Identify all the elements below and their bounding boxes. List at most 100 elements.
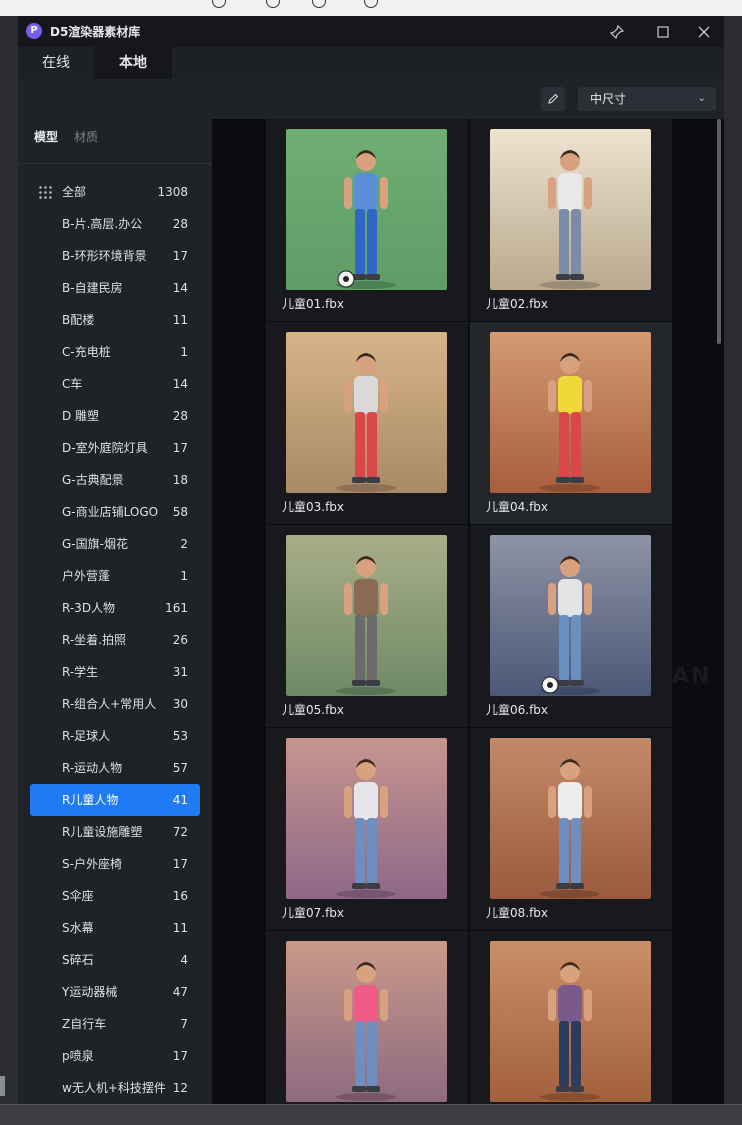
asset-library-window: P D5渲染器素材库 在线 本地 中尺寸 ⌄ 模型 材质 全部 1308 B-片… bbox=[18, 16, 724, 1104]
category-item[interactable]: Y运动器械 47 bbox=[30, 976, 200, 1008]
edit-button[interactable] bbox=[541, 87, 565, 111]
asset-card[interactable]: 儿童01.fbx bbox=[266, 119, 468, 321]
tab-local[interactable]: 本地 bbox=[94, 47, 172, 79]
category-name: S伞座 bbox=[62, 889, 94, 903]
category-sidebar: 模型 材质 全部 1308 B-片.高层.办公 28 B-环形环境背景 17 B-自建民房 1… bbox=[18, 119, 212, 1104]
category-name: S-户外座椅 bbox=[62, 857, 122, 871]
asset-thumbnail bbox=[286, 332, 447, 493]
category-item[interactable]: Z自行车 7 bbox=[30, 1008, 200, 1040]
category-count: 14 bbox=[172, 377, 188, 391]
asset-grid-area: 儿童01.fbx 儿童02.fbx 儿童03.fbx 儿童04.fbx 儿童05… bbox=[212, 119, 724, 1104]
category-name: 户外营蓬 bbox=[62, 569, 111, 583]
category-name: R-坐着.拍照 bbox=[62, 633, 126, 647]
category-item[interactable]: D-室外庭院灯具 17 bbox=[30, 432, 200, 464]
asset-name: 儿童06.fbx bbox=[486, 703, 549, 717]
category-count: 57 bbox=[172, 761, 188, 775]
category-item[interactable]: S碎石 4 bbox=[30, 944, 200, 976]
category-item[interactable]: R儿童人物 41 bbox=[30, 784, 200, 816]
category-item[interactable]: G-国旗-烟花 2 bbox=[30, 528, 200, 560]
category-name: w无人机+科技摆件 bbox=[62, 1081, 166, 1095]
pencil-icon bbox=[548, 93, 559, 104]
category-item[interactable]: B-环形环境背景 17 bbox=[30, 240, 200, 272]
category-item[interactable]: R-足球人 53 bbox=[30, 720, 200, 752]
asset-thumbnail bbox=[490, 332, 651, 493]
asset-card[interactable]: 儿童05.fbx bbox=[266, 525, 468, 727]
category-item[interactable]: B-自建民房 14 bbox=[30, 272, 200, 304]
category-item[interactable]: S伞座 16 bbox=[30, 880, 200, 912]
asset-thumbnail bbox=[490, 129, 651, 290]
category-item[interactable]: B配楼 11 bbox=[30, 304, 200, 336]
category-name: R-组合人+常用人 bbox=[62, 697, 157, 711]
category-name: R儿童人物 bbox=[62, 793, 119, 807]
category-item[interactable]: B-片.高层.办公 28 bbox=[30, 208, 200, 240]
circle-icon bbox=[364, 0, 378, 8]
asset-card[interactable]: 儿童06.fbx bbox=[470, 525, 672, 727]
category-item[interactable]: S水幕 11 bbox=[30, 912, 200, 944]
category-item[interactable]: C车 14 bbox=[30, 368, 200, 400]
model-thumbnail bbox=[490, 941, 651, 1102]
category-name: 全部 bbox=[62, 185, 87, 199]
category-item[interactable]: C-充电桩 1 bbox=[30, 336, 200, 368]
category-count: 17 bbox=[172, 857, 188, 871]
category-item[interactable]: R-坐着.拍照 26 bbox=[30, 624, 200, 656]
title-bar: P D5渲染器素材库 bbox=[18, 16, 724, 47]
size-select[interactable]: 中尺寸 ⌄ bbox=[578, 87, 716, 111]
scrollbar-thumb[interactable] bbox=[717, 119, 721, 344]
category-item[interactable]: R-运动人物 57 bbox=[30, 752, 200, 784]
category-item[interactable]: R-组合人+常用人 30 bbox=[30, 688, 200, 720]
asset-card[interactable]: 儿童10.fbx bbox=[470, 931, 672, 1104]
category-name: R-足球人 bbox=[62, 729, 111, 743]
model-thumbnail bbox=[490, 129, 651, 290]
category-list: 全部 1308 B-片.高层.办公 28 B-环形环境背景 17 B-自建民房 14 B配楼 11… bbox=[30, 176, 200, 1104]
asset-card[interactable]: 儿童02.fbx bbox=[470, 119, 672, 321]
category-item[interactable]: R-学生 31 bbox=[30, 656, 200, 688]
category-item[interactable]: p喷泉 17 bbox=[30, 1040, 200, 1072]
category-name: p喷泉 bbox=[62, 1049, 94, 1063]
category-item[interactable]: R-3D人物 161 bbox=[30, 592, 200, 624]
category-name: R-3D人物 bbox=[62, 601, 116, 615]
category-name: D-室外庭院灯具 bbox=[62, 441, 148, 455]
category-item[interactable]: w无人机+科技摆件 12 bbox=[30, 1072, 200, 1104]
category-count: 4 bbox=[180, 953, 188, 967]
asset-card[interactable]: 儿童09.fbx bbox=[266, 931, 468, 1104]
window-title: D5渲染器素材库 bbox=[50, 25, 141, 39]
lightbulb-icon bbox=[212, 0, 226, 8]
category-item[interactable]: R儿童设施雕塑 72 bbox=[30, 816, 200, 848]
asset-card[interactable]: 儿童03.fbx bbox=[266, 322, 468, 524]
category-item[interactable]: S-户外座椅 17 bbox=[30, 848, 200, 880]
tab-online[interactable]: 在线 bbox=[18, 47, 94, 79]
subtab-models[interactable]: 模型 bbox=[34, 128, 58, 145]
toolbar: 中尺寸 ⌄ bbox=[18, 79, 724, 119]
category-count: 58 bbox=[172, 505, 188, 519]
category-item[interactable]: G-商业店铺LOGO 58 bbox=[30, 496, 200, 528]
category-count: 11 bbox=[172, 313, 188, 327]
category-count: 30 bbox=[172, 697, 188, 711]
category-count: 14 bbox=[172, 281, 188, 295]
maximize-button[interactable] bbox=[651, 21, 675, 43]
category-item[interactable]: 户外营蓬 1 bbox=[30, 560, 200, 592]
asset-card[interactable]: 儿童04.fbx bbox=[470, 322, 672, 524]
asset-card[interactable]: 儿童07.fbx bbox=[266, 728, 468, 930]
category-count: 41 bbox=[172, 793, 188, 807]
asset-card[interactable]: 儿童08.fbx bbox=[470, 728, 672, 930]
category-name: S水幕 bbox=[62, 921, 94, 935]
pin-button[interactable] bbox=[605, 21, 629, 43]
category-count: 1 bbox=[180, 569, 188, 583]
close-icon bbox=[698, 26, 710, 38]
category-item[interactable]: D 雕塑 28 bbox=[30, 400, 200, 432]
category-name: Y运动器械 bbox=[62, 985, 118, 999]
category-name: B-片.高层.办公 bbox=[62, 217, 143, 231]
category-name: B配楼 bbox=[62, 313, 95, 327]
asset-name: 儿童05.fbx bbox=[282, 703, 345, 717]
lasso-icon bbox=[266, 0, 280, 8]
close-button[interactable] bbox=[692, 21, 716, 43]
category-count: 11 bbox=[172, 921, 188, 935]
category-count: 28 bbox=[172, 217, 188, 231]
category-all[interactable]: 全部 1308 bbox=[30, 176, 200, 208]
category-name: R-学生 bbox=[62, 665, 99, 679]
model-thumbnail bbox=[286, 941, 447, 1102]
subtab-materials[interactable]: 材质 bbox=[74, 128, 98, 145]
grid-icon bbox=[38, 185, 52, 199]
category-item[interactable]: G-古典配景 18 bbox=[30, 464, 200, 496]
model-thumbnail bbox=[286, 535, 447, 696]
